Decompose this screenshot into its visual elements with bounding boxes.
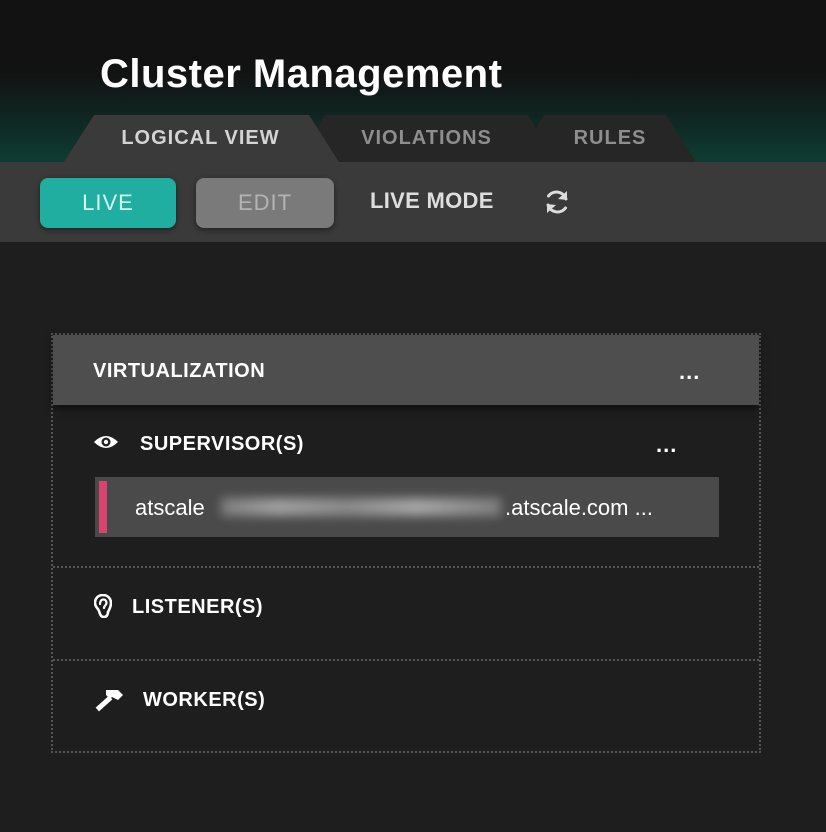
panel-title: VIRTUALIZATION — [93, 360, 266, 382]
host-prefix: atscale — [135, 495, 205, 520]
toolbar: LIVE EDIT LIVE MODE — [0, 162, 826, 242]
tab-label: RULES — [573, 127, 647, 149]
ear-icon — [94, 594, 112, 618]
live-button[interactable]: LIVE — [40, 178, 176, 228]
app-header: Cluster Management RULES VIOLATIONS LOGI… — [0, 0, 826, 162]
hammer-icon — [95, 690, 123, 712]
section-divider — [53, 659, 759, 661]
supervisors-menu-button[interactable]: ... — [656, 434, 677, 456]
panel-header: VIRTUALIZATION ... — [53, 335, 759, 405]
supervisor-row[interactable]: atscale .atscale.com ... — [95, 477, 719, 537]
listeners-title: LISTENER(S) — [132, 596, 264, 618]
host-suffix: .atscale.com ... — [505, 495, 653, 520]
section-divider — [53, 566, 759, 568]
supervisors-title: SUPERVISOR(S) — [140, 433, 304, 455]
eye-icon — [94, 436, 118, 448]
edit-button[interactable]: EDIT — [196, 178, 334, 228]
tab-label: LOGICAL VIEW — [121, 127, 280, 149]
mode-label: LIVE MODE — [370, 188, 494, 213]
panel-menu-button[interactable]: ... — [679, 361, 700, 383]
workers-title: WORKER(S) — [143, 689, 266, 711]
redacted-hostname — [221, 498, 501, 516]
virtualization-panel: VIRTUALIZATION ... SUPERVISOR(S) ... ats… — [51, 333, 761, 753]
status-indicator — [99, 481, 107, 533]
page-title: Cluster Management — [100, 52, 503, 96]
refresh-icon[interactable] — [542, 187, 572, 217]
tab-label: VIOLATIONS — [361, 127, 492, 149]
tab-logical-view[interactable]: LOGICAL VIEW — [64, 115, 339, 162]
